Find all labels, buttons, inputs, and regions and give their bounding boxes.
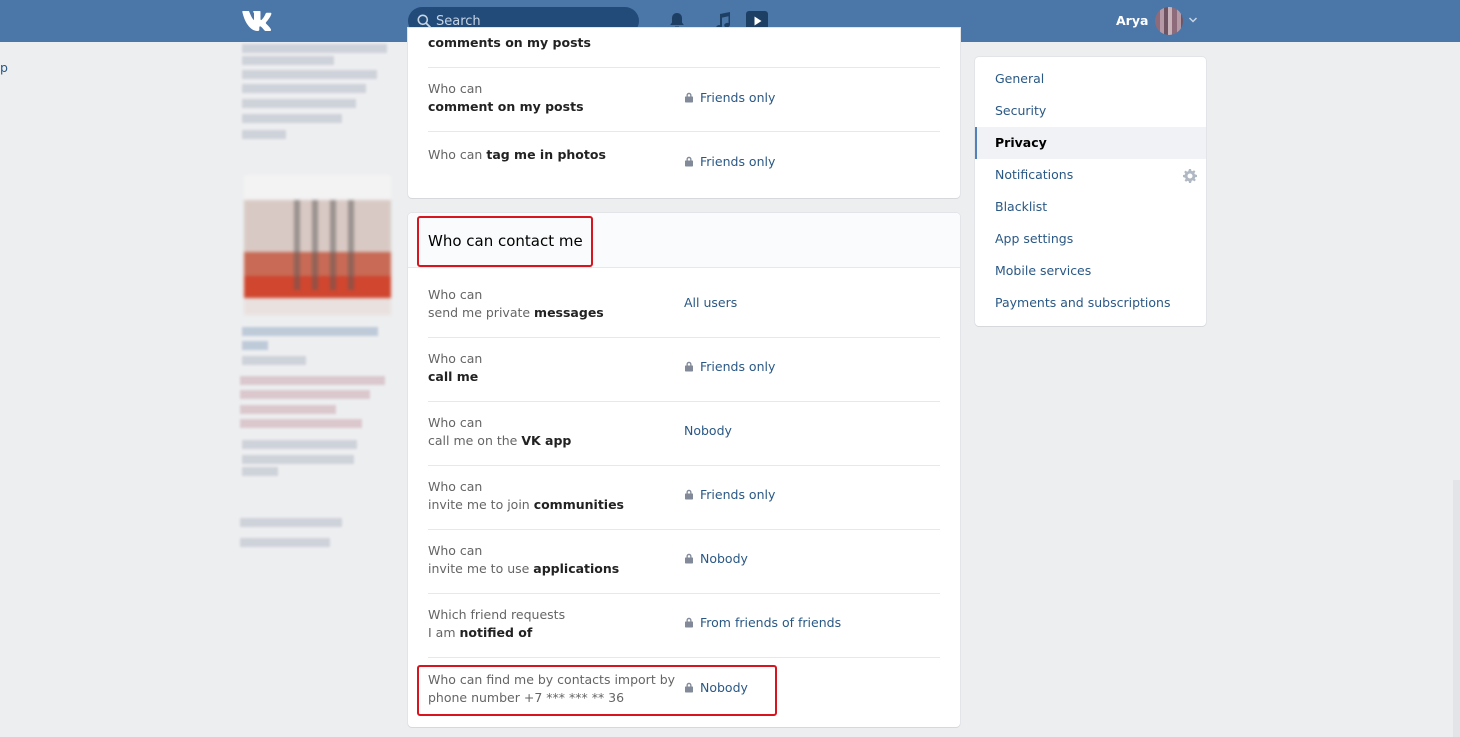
lock-icon <box>685 489 693 500</box>
lock-icon <box>685 553 693 564</box>
privacy-value-dropdown[interactable]: All users <box>684 295 737 310</box>
settings-row: Who can tag me in photos Friends only <box>428 132 940 196</box>
scrollbar-track[interactable] <box>1453 480 1460 737</box>
settings-row-calls: Who can call me Friends only <box>428 338 940 402</box>
row-question-text: I am <box>428 625 460 640</box>
contact-privacy-panel: Who can contact me Who can send me priva… <box>408 213 960 727</box>
lock-icon <box>685 156 693 167</box>
menu-item-payments[interactable]: Payments and subscriptions <box>975 287 1206 319</box>
menu-item-security[interactable]: Security <box>975 95 1206 127</box>
menu-item-label: Blacklist <box>995 199 1048 214</box>
menu-item-label: App settings <box>995 231 1074 246</box>
privacy-value-dropdown[interactable]: From friends of friends <box>684 615 841 630</box>
menu-item-general[interactable]: General <box>975 63 1206 95</box>
privacy-value-dropdown[interactable]: Friends only <box>684 154 775 169</box>
gear-icon[interactable] <box>1183 169 1197 183</box>
settings-row-messages: Who can send me private messages All use… <box>428 268 940 338</box>
privacy-value-dropdown[interactable]: Friends only <box>684 359 775 374</box>
row-question-text: call me on the <box>428 433 522 448</box>
privacy-value-label: Friends only <box>700 90 776 105</box>
search-icon <box>417 14 431 28</box>
privacy-value-dropdown[interactable]: Nobody <box>684 423 732 438</box>
menu-item-label: Notifications <box>995 167 1074 182</box>
row-question-bold: notified of <box>459 625 533 640</box>
privacy-value-label: Nobody <box>700 551 748 566</box>
row-question-bold: comment on my posts <box>428 99 584 114</box>
row-question-bold: comments on my posts <box>428 35 591 50</box>
chevron-down-icon[interactable] <box>1188 16 1198 24</box>
row-question-prefix: Which friend requests <box>428 607 566 622</box>
privacy-value-label: Friends only <box>700 487 776 502</box>
menu-item-label: Mobile services <box>995 263 1092 278</box>
menu-item-label: Privacy <box>995 135 1047 150</box>
privacy-value-label: All users <box>684 295 738 310</box>
row-question-prefix: Who can <box>428 543 483 558</box>
settings-row-vk-app-calls: Who can call me on the VK app Nobody <box>428 402 940 466</box>
user-name[interactable]: Arya <box>1116 13 1148 28</box>
lock-icon <box>685 92 693 103</box>
row-question-prefix: Who can <box>428 479 483 494</box>
row-question-prefix: Who can <box>428 415 483 430</box>
menu-item-notifications[interactable]: Notifications <box>975 159 1206 191</box>
avatar[interactable] <box>1155 7 1183 35</box>
settings-row-communities: Who can invite me to join communities Fr… <box>428 466 940 530</box>
row-question-bold: tag me in photos <box>486 147 606 162</box>
privacy-posts-panel: comments on my posts Who can comment on … <box>408 28 960 198</box>
row-question-prefix: Who can <box>428 351 483 366</box>
privacy-value-dropdown[interactable]: Friends only <box>684 90 775 105</box>
privacy-value-label: From friends of friends <box>700 615 842 630</box>
row-question-text: invite me to join <box>428 497 534 512</box>
menu-item-blacklist[interactable]: Blacklist <box>975 191 1206 223</box>
row-question-bold: communities <box>533 497 624 512</box>
row-question-bold: messages <box>534 305 604 320</box>
menu-item-label: Security <box>995 103 1047 118</box>
row-question-prefix: Who can <box>428 287 483 302</box>
row-question-text: send me private <box>428 305 535 320</box>
menu-item-mobile-services[interactable]: Mobile services <box>975 255 1206 287</box>
row-question-prefix: Who can <box>428 81 483 96</box>
menu-item-label: Payments and subscriptions <box>995 295 1171 310</box>
vk-logo-icon[interactable] <box>242 9 276 31</box>
settings-row-friend-requests: Which friend requests I am notified of F… <box>428 594 940 658</box>
settings-row-partial: comments on my posts <box>428 28 940 68</box>
lock-icon <box>685 361 693 372</box>
menu-item-privacy[interactable]: Privacy <box>975 127 1206 159</box>
settings-row: Who can comment on my posts Friends only <box>428 68 940 132</box>
left-edge-link[interactable]: p <box>0 60 8 75</box>
menu-item-label: General <box>995 71 1045 86</box>
highlight-box-contacts-import <box>417 665 777 716</box>
privacy-value-label: Friends only <box>700 359 776 374</box>
privacy-value-dropdown[interactable]: Friends only <box>684 487 775 502</box>
settings-row-applications: Who can invite me to use applications No… <box>428 530 940 594</box>
privacy-value-label: Friends only <box>700 154 776 169</box>
privacy-value-label: Nobody <box>684 423 732 438</box>
settings-menu: General Security Privacy Notifications B… <box>975 57 1206 326</box>
lock-icon <box>685 617 693 628</box>
row-question-prefix: Who can <box>428 147 483 162</box>
privacy-value-dropdown[interactable]: Nobody <box>684 551 748 566</box>
row-question-text: invite me to use <box>428 561 534 576</box>
row-question-bold: VK app <box>521 433 572 448</box>
highlight-box-section-title <box>417 216 593 267</box>
row-question-bold: applications <box>533 561 620 576</box>
row-question-bold: call me <box>428 369 479 384</box>
blurred-photo <box>244 175 391 315</box>
menu-item-app-settings[interactable]: App settings <box>975 223 1206 255</box>
